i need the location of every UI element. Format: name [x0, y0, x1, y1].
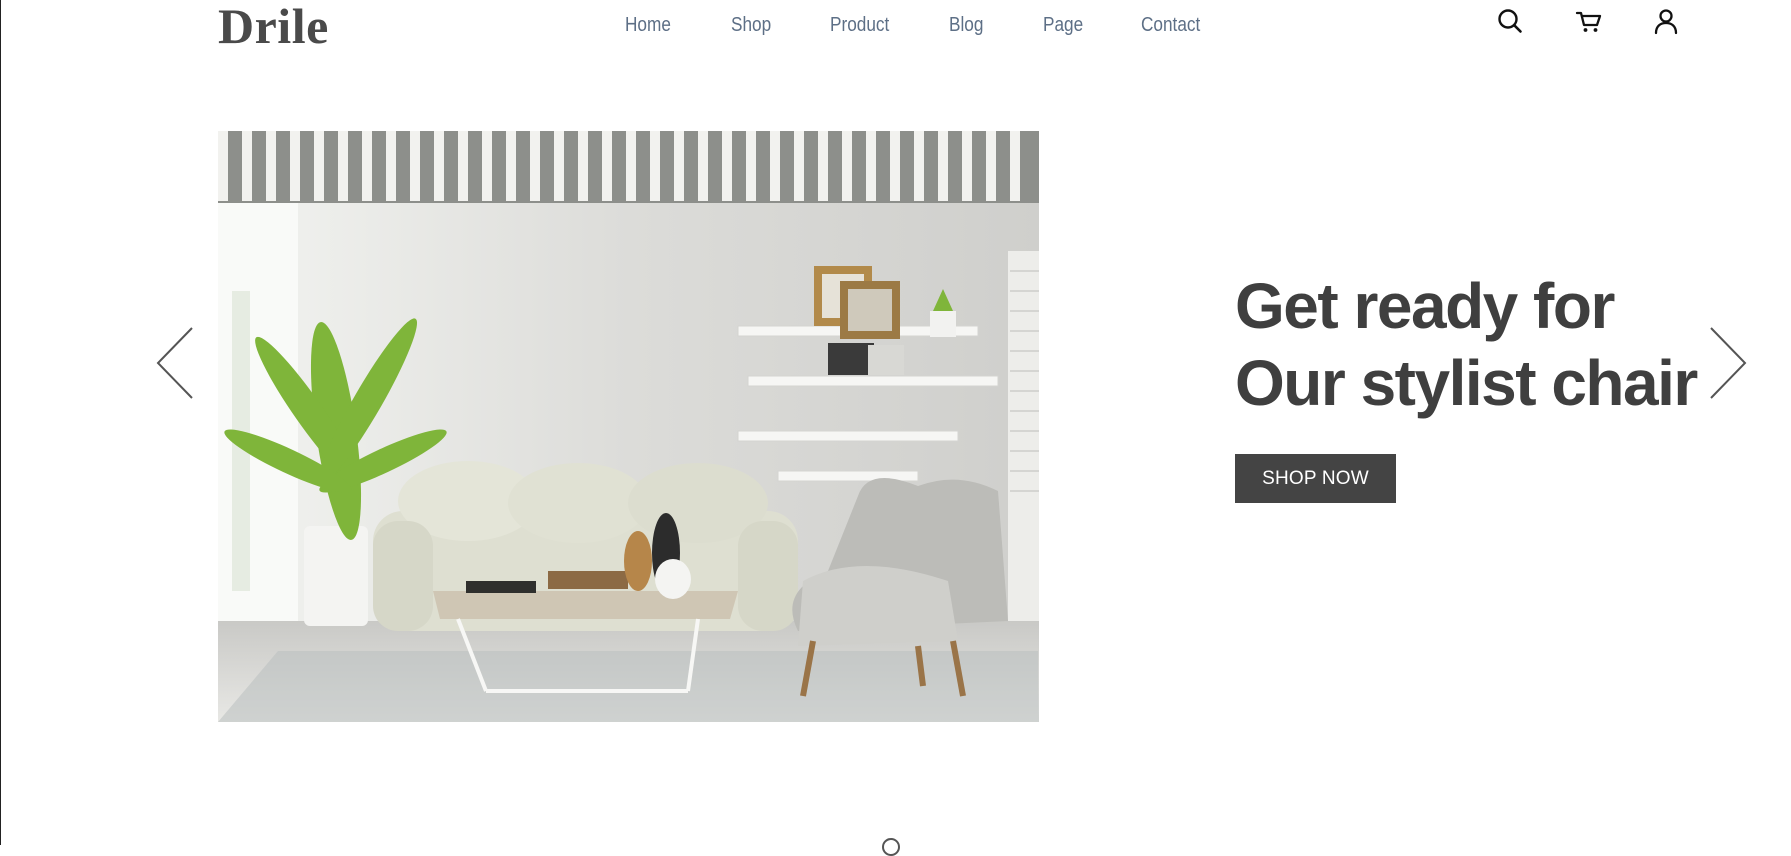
- page-left-border: [0, 0, 1, 845]
- cart-icon[interactable]: [1574, 6, 1604, 36]
- hero-headline-line2: Our stylist chair: [1235, 347, 1698, 419]
- hero-headline: Get ready for Our stylist chair: [1235, 268, 1755, 422]
- slider-dot-indicator[interactable]: [882, 838, 900, 856]
- prev-slide-button[interactable]: [156, 326, 196, 400]
- search-icon[interactable]: [1495, 6, 1525, 36]
- nav-home[interactable]: Home: [625, 10, 671, 40]
- chevron-left-icon: [156, 327, 193, 399]
- nav-contact[interactable]: Contact: [1141, 10, 1200, 40]
- nav-product[interactable]: Product: [830, 10, 889, 40]
- nav-blog[interactable]: Blog: [949, 10, 983, 40]
- user-icon[interactable]: [1651, 6, 1681, 36]
- hero-headline-line1: Get ready for: [1235, 270, 1615, 342]
- nav-page[interactable]: Page: [1043, 10, 1083, 40]
- site-logo[interactable]: Drile: [218, 0, 329, 52]
- nav-shop[interactable]: Shop: [731, 10, 771, 40]
- hero-image: [218, 131, 1039, 722]
- shop-now-button[interactable]: SHOP NOW: [1235, 454, 1396, 503]
